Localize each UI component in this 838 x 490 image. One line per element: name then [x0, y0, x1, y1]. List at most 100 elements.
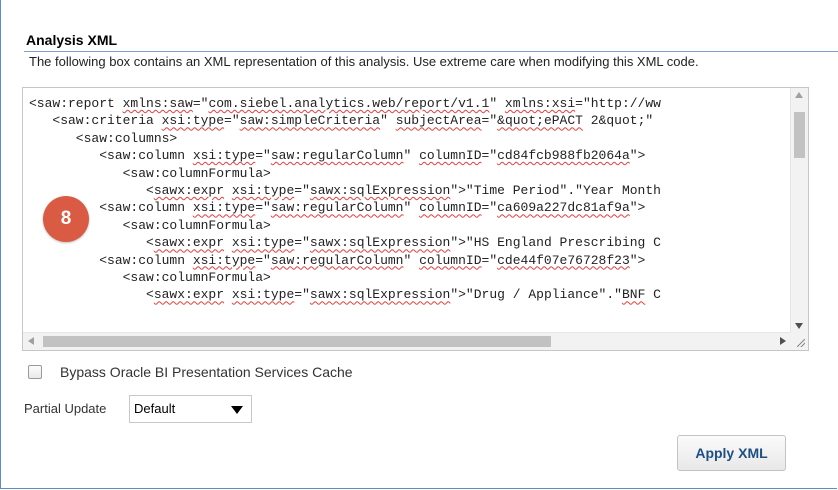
apply-xml-button[interactable]: Apply XML	[677, 435, 786, 471]
xml-token: ="	[481, 113, 498, 129]
xml-token-flagged: xsi:type	[231, 235, 295, 251]
xml-token: ="	[255, 252, 271, 268]
scroll-up-icon[interactable]	[795, 92, 803, 98]
xml-token-flagged: saw:regularColumn	[270, 252, 404, 268]
xml-token-flagged: sawx:expr	[153, 235, 225, 251]
xml-token: ">	[629, 200, 646, 216]
vertical-scrollbar[interactable]	[790, 88, 808, 333]
xml-token-flagged: xsi:type	[192, 200, 256, 216]
xml-token-flagged: columnID	[419, 252, 482, 268]
xml-token: ="	[481, 200, 498, 216]
xml-line[interactable]: <saw:columns>	[29, 130, 790, 147]
xml-token-flagged: columnID	[419, 200, 482, 216]
step-number-badge: 8	[43, 196, 89, 242]
xml-text[interactable]: <saw:report xmlns:saw="com.siebel.analyt…	[29, 95, 790, 332]
xml-token: ">	[629, 252, 646, 268]
xml-line[interactable]: <saw:criteria xsi:type="saw:simpleCriter…	[29, 112, 790, 129]
xml-token-flagged: xsi:type	[231, 183, 295, 199]
xml-token: ="	[255, 148, 271, 164]
xml-token-flagged: saw:simpleCriteria	[239, 113, 381, 129]
partial-update-label: Partial Update	[24, 401, 107, 416]
xml-token: <saw:column	[29, 148, 193, 164]
xml-token: ">"Drug / Appliance"."	[450, 287, 622, 303]
partial-update-value: Default	[134, 401, 176, 416]
xml-token	[224, 287, 232, 302]
xml-token-flagged: subjectArea	[395, 113, 482, 129]
xml-editor[interactable]: <saw:report xmlns:saw="com.siebel.analyt…	[22, 87, 809, 351]
xml-token: "	[403, 200, 420, 216]
xml-line[interactable]: <saw:column xsi:type="saw:regularColumn"…	[29, 199, 790, 216]
dropdown-arrow-icon[interactable]	[231, 406, 243, 414]
section-description: The following box contains an XML repres…	[29, 54, 699, 69]
xml-token: <	[29, 235, 154, 251]
xml-token: <saw:columnFormula>	[29, 165, 271, 181]
partial-update-select[interactable]: Default	[129, 395, 252, 423]
xml-token: "	[380, 113, 396, 129]
xml-token: ">"Time Period"."Year Month	[450, 183, 661, 199]
xml-token-flagged: columnID	[419, 148, 482, 164]
section-title: Analysis XML	[26, 32, 118, 48]
horizontal-scrollbar[interactable]	[23, 332, 791, 350]
xml-token-flagged: sawx:sqlExpression	[309, 235, 451, 251]
xml-token: ="	[481, 148, 498, 164]
xml-token-flagged: sawx:expr	[153, 287, 225, 303]
xml-token-flagged: xsi:type	[231, 287, 295, 303]
xml-token: <saw:criteria	[29, 113, 162, 129]
xml-token: ="	[481, 252, 498, 268]
xml-line[interactable]: <saw:columnFormula>	[29, 217, 790, 234]
xml-line[interactable]: <sawx:expr xsi:type="sawx:sqlExpression"…	[29, 286, 790, 303]
xml-token-flagged: sawx:sqlExpression	[309, 287, 451, 303]
xml-token-flagged: xmlns:xsi	[504, 96, 576, 111]
xml-token: ">	[629, 148, 646, 164]
xml-token: ="	[255, 200, 271, 216]
xml-token: <	[29, 287, 154, 303]
xml-token-flagged: cd84fcb988fb2064a	[497, 148, 630, 164]
xml-line[interactable]: <saw:columnFormula>	[29, 165, 790, 182]
horizontal-scroll-thumb[interactable]	[43, 336, 551, 347]
xml-token-flagged: sawx:sqlExpression	[309, 183, 451, 199]
xml-line[interactable]: <saw:column xsi:type="saw:regularColumn"…	[29, 252, 790, 269]
xml-token: ="	[224, 113, 240, 129]
xml-token: <	[29, 183, 154, 199]
xml-token	[224, 183, 232, 198]
xml-token-flagged: xmlns:saw	[122, 96, 193, 111]
xml-token-flagged: sawx:expr	[153, 183, 225, 199]
xml-token: ">"HS England Prescribing C	[450, 235, 661, 251]
xml-line[interactable]: <sawx:expr xsi:type="sawx:sqlExpression"…	[29, 182, 790, 199]
resize-handle-icon[interactable]	[791, 333, 808, 350]
xml-token: ="	[192, 96, 209, 111]
xml-token: <saw:report	[29, 96, 123, 111]
bypass-cache-checkbox[interactable]	[28, 365, 42, 379]
xml-token-flagged: saw:regularColumn	[270, 148, 404, 164]
scroll-down-icon[interactable]	[795, 323, 803, 329]
xml-token-flagged: com.siebel.analytics.web/report/v1.1	[208, 96, 490, 111]
xml-token-flagged: xsi:type	[161, 113, 225, 129]
xml-token: 2&quot;"	[582, 113, 654, 129]
xml-token-flagged: xsi:type	[192, 148, 256, 164]
xml-token: <saw:column	[29, 252, 193, 268]
xml-token-flagged: BNF	[621, 287, 646, 303]
xml-line[interactable]: <saw:columnFormula>	[29, 269, 790, 286]
title-divider	[24, 51, 838, 52]
bypass-cache-label[interactable]: Bypass Oracle BI Presentation Services C…	[60, 364, 353, 380]
xml-token: C	[645, 287, 661, 303]
xml-token-flagged: cde44f07e76728f23	[497, 252, 630, 268]
xml-token: "	[489, 96, 505, 111]
xml-token: ="http://ww	[575, 96, 661, 111]
xml-token: ="	[294, 183, 310, 199]
xml-token: "	[403, 252, 420, 268]
xml-token: <saw:columnFormula>	[29, 270, 271, 286]
xml-line[interactable]: <sawx:expr xsi:type="sawx:sqlExpression"…	[29, 234, 790, 251]
vertical-scroll-thumb[interactable]	[794, 112, 805, 158]
bypass-cache-row[interactable]: Bypass Oracle BI Presentation Services C…	[28, 364, 353, 380]
xml-token	[224, 235, 232, 250]
xml-token: <saw:columns>	[29, 130, 178, 146]
xml-token-flagged: &quot;ePACT	[497, 113, 583, 129]
scroll-left-icon[interactable]	[28, 337, 34, 345]
xml-token-flagged: saw:regularColumn	[270, 200, 404, 216]
xml-line[interactable]: <saw:report xmlns:saw="com.siebel.analyt…	[29, 95, 790, 112]
scroll-right-icon[interactable]	[780, 337, 786, 345]
xml-line[interactable]: <saw:column xsi:type="saw:regularColumn"…	[29, 147, 790, 164]
xml-token: ="	[294, 235, 310, 251]
xml-token-flagged: ca609a227dc81af9a	[497, 200, 630, 216]
